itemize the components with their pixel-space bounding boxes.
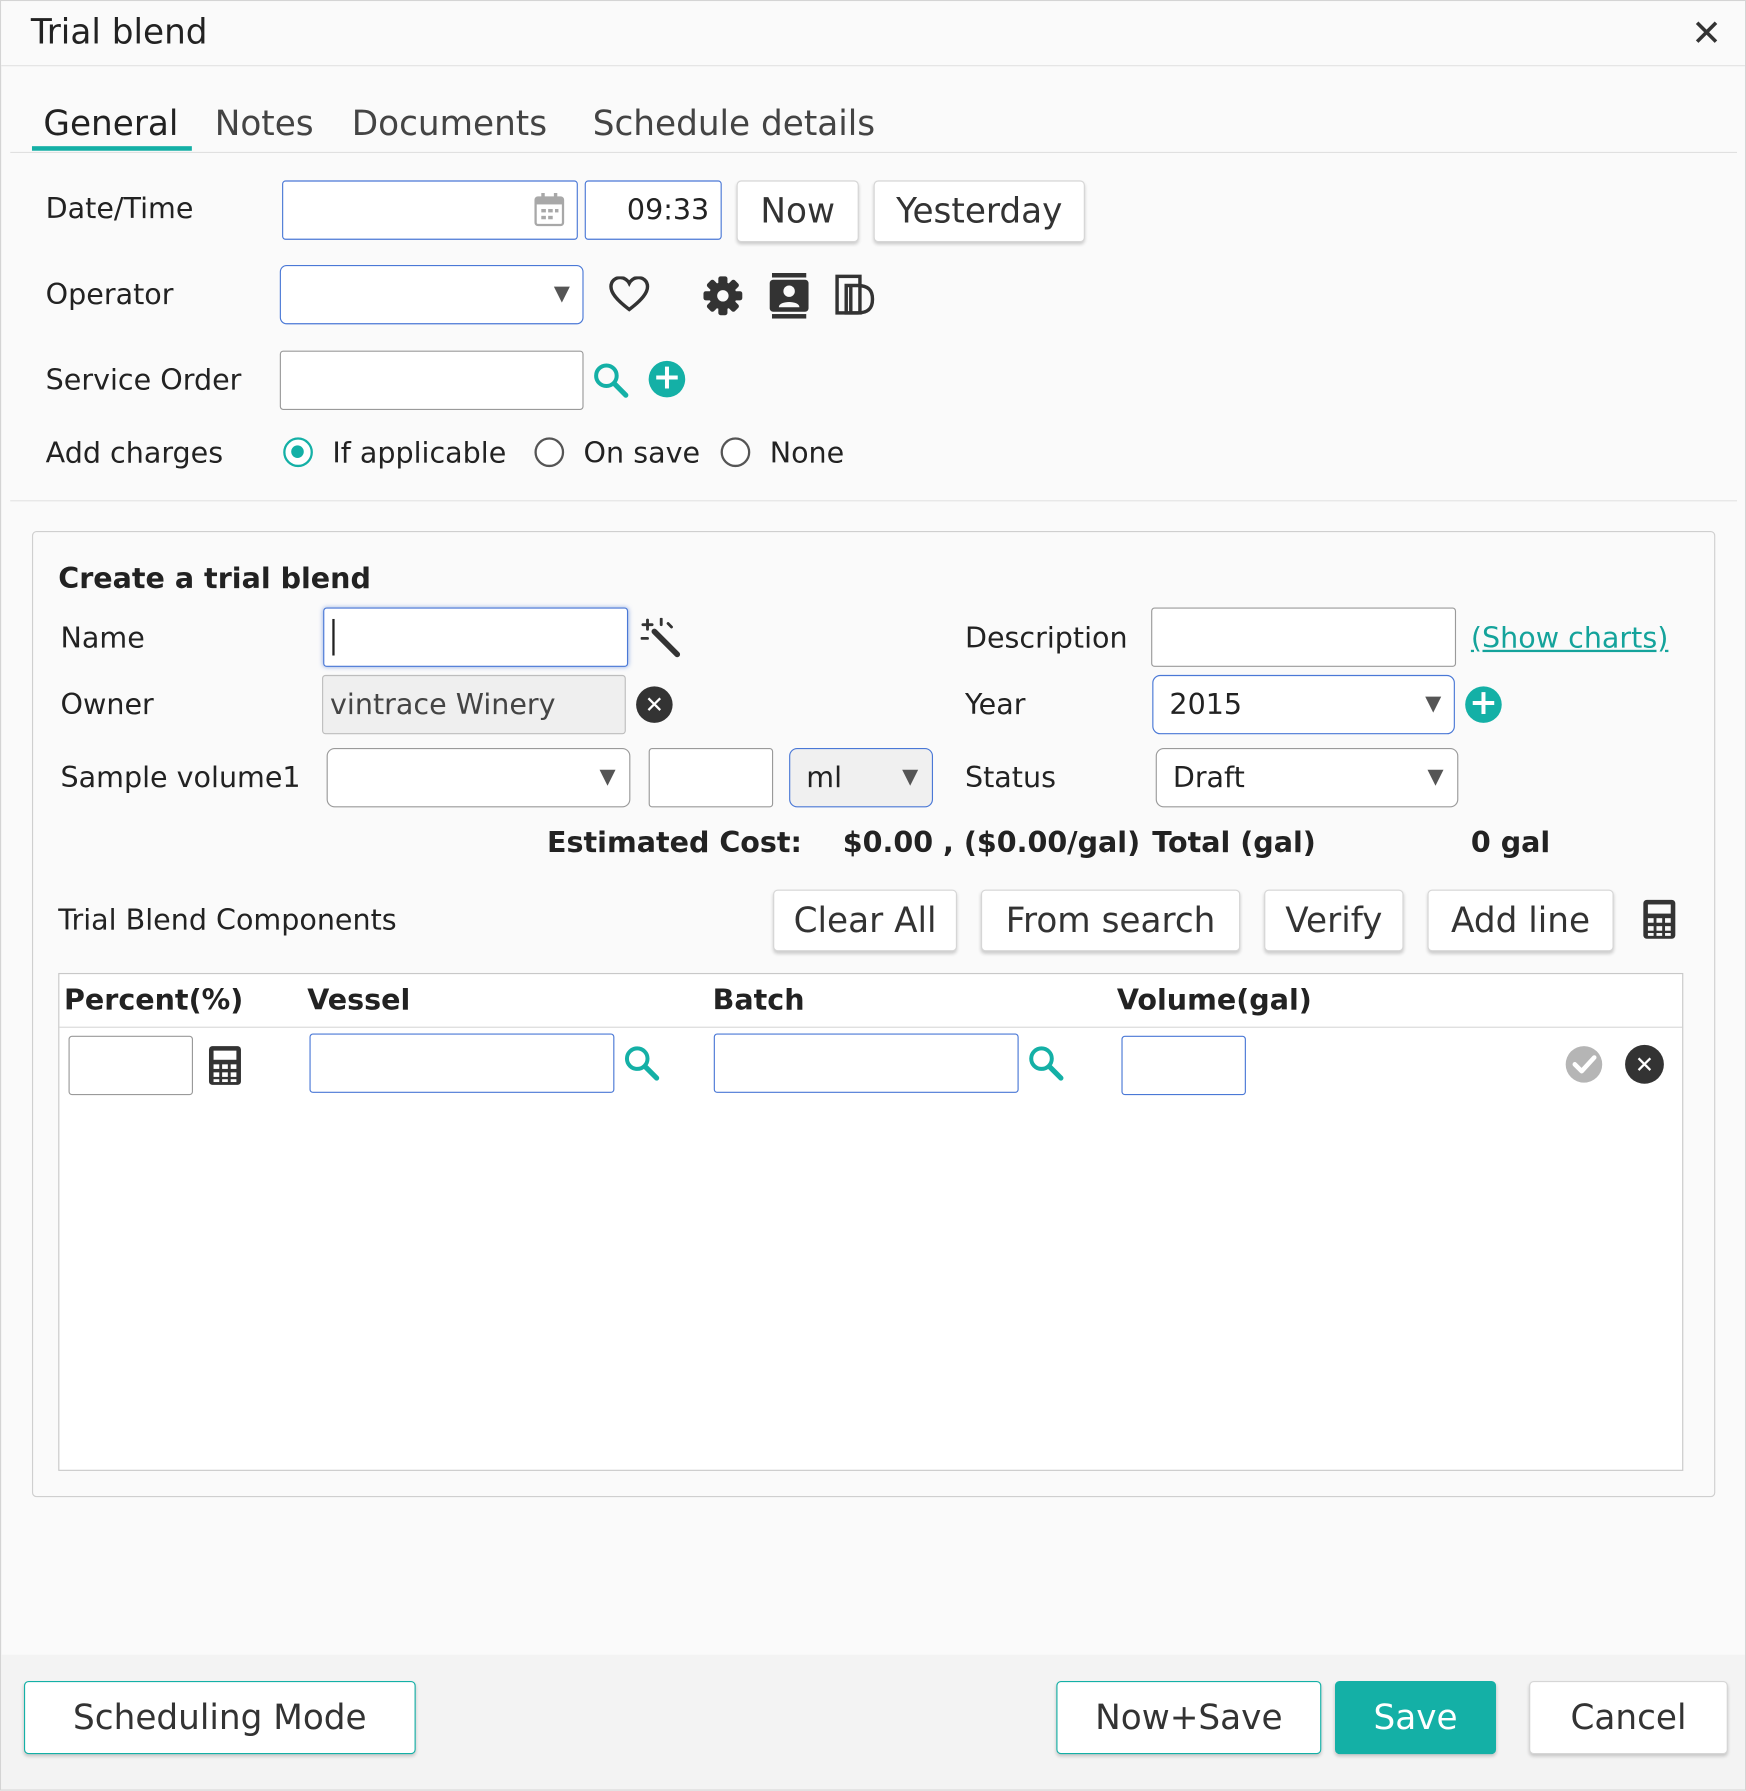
title-bar: Trial blend ✕ bbox=[1, 1, 1745, 67]
save-button[interactable]: Save bbox=[1334, 1681, 1497, 1755]
from-search-button[interactable]: From search bbox=[980, 889, 1241, 952]
year-select[interactable]: 2015 bbox=[1152, 674, 1455, 735]
components-label: Trial Blend Components bbox=[58, 903, 397, 937]
cancel-button[interactable]: Cancel bbox=[1529, 1681, 1728, 1755]
owner-input: vintrace Winery bbox=[322, 674, 626, 735]
tab-documents[interactable]: Documents bbox=[352, 104, 547, 144]
radio-none-label: None bbox=[769, 436, 845, 470]
radio-on-save-label: On save bbox=[583, 436, 701, 470]
show-charts-link[interactable]: (Show charts) bbox=[1471, 621, 1668, 654]
grid-header bbox=[59, 974, 1683, 1028]
panel-heading: Create a trial blend bbox=[58, 561, 371, 595]
sample-volume-label: Sample volume1 bbox=[60, 760, 301, 794]
now-save-button[interactable]: Now+Save bbox=[1056, 1681, 1322, 1755]
tab-schedule-details[interactable]: Schedule details bbox=[593, 104, 875, 144]
add-service-order-icon[interactable]: + bbox=[648, 360, 686, 398]
column-header-percent: Percent(%) bbox=[63, 983, 244, 1017]
tab-notes[interactable]: Notes bbox=[215, 104, 314, 144]
search-icon[interactable] bbox=[593, 362, 630, 399]
total-label: Total (gal) bbox=[1152, 825, 1316, 859]
sample-volume-select[interactable] bbox=[326, 748, 631, 808]
datetime-label: Date/Time bbox=[45, 191, 194, 225]
column-header-vessel: Vessel bbox=[307, 983, 411, 1017]
trial-blend-dialog: Trial blend ✕ General Notes Documents Sc… bbox=[0, 0, 1746, 1791]
search-icon[interactable] bbox=[1028, 1045, 1065, 1082]
chevron-down-icon bbox=[553, 286, 570, 303]
name-input[interactable] bbox=[323, 607, 629, 667]
estimated-cost-value: $0.00 , ($0.00/gal) bbox=[842, 825, 1141, 859]
remove-row-icon[interactable]: ✕ bbox=[1625, 1044, 1664, 1084]
radio-if-applicable[interactable] bbox=[283, 437, 313, 468]
volume-input[interactable] bbox=[1121, 1035, 1246, 1096]
scheduling-mode-button[interactable]: Scheduling Mode bbox=[23, 1681, 416, 1755]
column-header-volume: Volume(gal) bbox=[1116, 983, 1312, 1017]
add-year-icon[interactable]: + bbox=[1465, 686, 1502, 723]
dialog-title: Trial blend bbox=[30, 12, 208, 53]
service-order-label: Service Order bbox=[45, 363, 242, 397]
service-order-input[interactable] bbox=[279, 350, 584, 410]
calculator-icon[interactable] bbox=[1642, 899, 1676, 940]
radio-none[interactable] bbox=[720, 437, 751, 468]
close-icon[interactable]: ✕ bbox=[1691, 15, 1722, 52]
clear-owner-icon[interactable]: ✕ bbox=[636, 686, 673, 723]
time-input[interactable]: 09:33 bbox=[584, 180, 722, 240]
calculator-icon[interactable] bbox=[208, 1045, 242, 1086]
clear-all-button[interactable]: Clear All bbox=[773, 889, 957, 952]
chevron-down-icon bbox=[1427, 769, 1444, 786]
tab-general[interactable]: General bbox=[43, 104, 178, 144]
chevron-down-icon bbox=[599, 769, 616, 786]
add-line-button[interactable]: Add line bbox=[1427, 889, 1614, 952]
contact-book-icon[interactable] bbox=[769, 272, 810, 319]
batch-input[interactable] bbox=[713, 1033, 1019, 1093]
year-label: Year bbox=[964, 687, 1026, 721]
document-icon[interactable] bbox=[835, 274, 876, 317]
components-grid: Percent(%) Vessel Batch Volume(gal) ✕ bbox=[58, 972, 1684, 1471]
verify-button[interactable]: Verify bbox=[1264, 889, 1404, 952]
description-input[interactable] bbox=[1151, 607, 1457, 667]
text-cursor bbox=[332, 618, 335, 656]
percent-input[interactable] bbox=[68, 1035, 193, 1096]
search-icon[interactable] bbox=[624, 1045, 661, 1082]
chevron-down-icon bbox=[1425, 696, 1442, 713]
operator-select[interactable] bbox=[279, 264, 584, 325]
status-label: Status bbox=[964, 760, 1056, 794]
total-value: 0 gal bbox=[1470, 825, 1551, 859]
chevron-down-icon bbox=[902, 769, 919, 786]
yesterday-button[interactable]: Yesterday bbox=[873, 180, 1085, 243]
tab-divider bbox=[10, 151, 1737, 154]
radio-if-applicable-label: If applicable bbox=[332, 436, 507, 470]
owner-label: Owner bbox=[60, 687, 154, 721]
radio-on-save[interactable] bbox=[534, 437, 565, 468]
active-tab-indicator bbox=[31, 146, 192, 151]
magic-wand-icon[interactable] bbox=[640, 617, 682, 659]
operator-label: Operator bbox=[45, 277, 174, 311]
gear-icon[interactable] bbox=[702, 275, 743, 316]
section-divider bbox=[10, 500, 1737, 502]
now-button[interactable]: Now bbox=[736, 180, 859, 243]
calendar-icon[interactable] bbox=[533, 192, 565, 227]
check-icon[interactable] bbox=[1565, 1045, 1604, 1084]
description-label: Description bbox=[964, 621, 1128, 655]
heart-icon[interactable] bbox=[609, 276, 650, 313]
name-label: Name bbox=[60, 621, 145, 655]
add-charges-label: Add charges bbox=[45, 436, 224, 470]
sample-volume-input[interactable] bbox=[648, 748, 774, 808]
vessel-input[interactable] bbox=[309, 1033, 615, 1093]
status-select[interactable]: Draft bbox=[1155, 748, 1459, 808]
estimated-cost-label: Estimated Cost: bbox=[547, 825, 802, 859]
column-header-batch: Batch bbox=[712, 983, 805, 1017]
